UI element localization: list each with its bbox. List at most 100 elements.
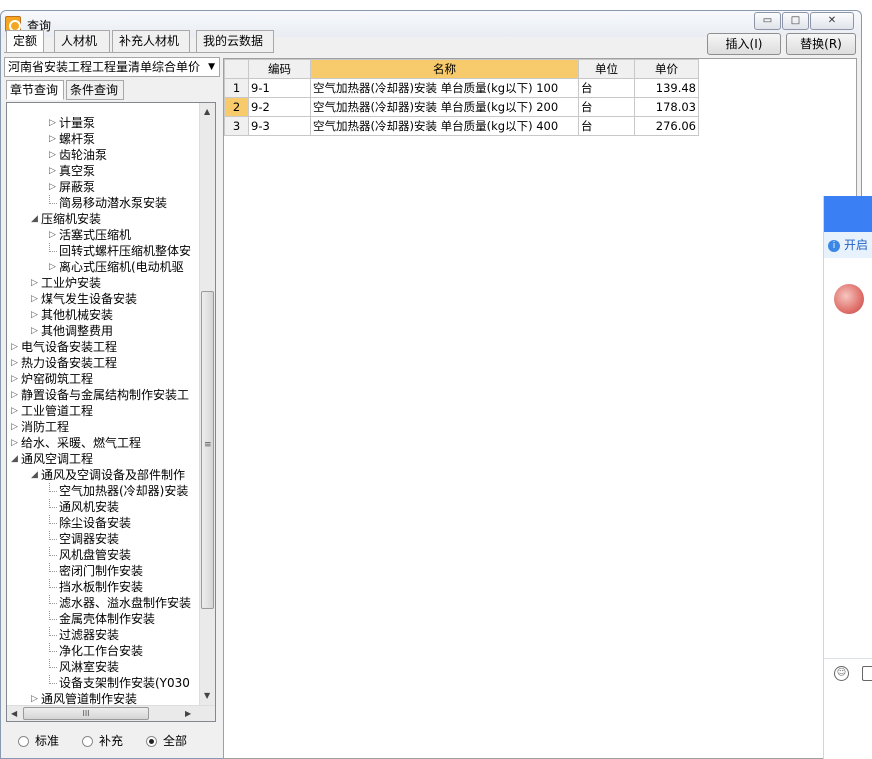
column-header-name[interactable]: 名称 <box>310 59 579 79</box>
cell-unit[interactable]: 台 <box>578 97 635 117</box>
cell-unit[interactable]: 台 <box>578 78 635 98</box>
expand-icon[interactable]: ▷ <box>11 339 18 355</box>
tree-node[interactable]: ▷ 螺杆泵 <box>7 131 199 147</box>
emoji-icon[interactable]: ☺ <box>834 666 849 681</box>
cell-name[interactable]: 空气加热器(冷却器)安装 单台质量(kg以下) 400 <box>310 116 579 136</box>
tree-node[interactable]: ▷ 其他机械安装 <box>7 307 199 323</box>
tab-condition-search[interactable]: 条件查询 <box>66 80 124 100</box>
tree-node[interactable]: 除尘设备安装 <box>7 515 199 531</box>
collapse-icon[interactable]: ◢ <box>11 451 18 467</box>
scroll-up-icon[interactable]: ▲ <box>204 107 210 116</box>
expand-icon[interactable]: ▷ <box>31 307 38 323</box>
scroll-thumb[interactable]: ≡ <box>201 291 214 609</box>
tree-node[interactable]: ▷ 电气设备安装工程 <box>7 339 199 355</box>
expand-icon[interactable]: ▷ <box>11 419 18 435</box>
row-number[interactable]: 3 <box>224 116 249 136</box>
tab-quota[interactable]: 定额 <box>6 30 44 52</box>
tree-node[interactable]: ▷ 工业管道工程 <box>7 403 199 419</box>
tab-chapter-search[interactable]: 章节查询 <box>6 80 64 100</box>
tree-node[interactable]: ▷ 工业炉安装 <box>7 275 199 291</box>
tree-node[interactable]: 金属壳体制作安装 <box>7 611 199 627</box>
expand-icon[interactable]: ▷ <box>11 387 18 403</box>
expand-icon[interactable]: ▷ <box>31 291 38 307</box>
expand-icon[interactable]: ▷ <box>49 163 56 179</box>
vertical-scrollbar[interactable]: ▲ ≡ ▼ <box>199 103 215 706</box>
tree-node[interactable]: ◢ 通风及空调设备及部件制作 <box>7 467 199 483</box>
expand-icon[interactable]: ▷ <box>11 371 18 387</box>
expand-icon[interactable]: ▷ <box>49 179 56 195</box>
tree-node[interactable]: ▷ 给水、采暖、燃气工程 <box>7 435 199 451</box>
cell-code[interactable]: 9-2 <box>248 97 311 117</box>
collapse-icon[interactable]: ◢ <box>31 467 38 483</box>
tree-node[interactable]: ▷ 活塞式压缩机 <box>7 227 199 243</box>
chat-info-bar[interactable]: i 开启 <box>824 232 872 258</box>
scroll-thumb[interactable]: III <box>23 707 149 720</box>
row-number[interactable]: 1 <box>224 78 249 98</box>
tree-node[interactable]: 回转式螺杆压缩机整体安 <box>7 243 199 259</box>
cell-name[interactable]: 空气加热器(冷却器)安装 单台质量(kg以下) 100 <box>310 78 579 98</box>
screenshot-icon[interactable] <box>862 666 872 681</box>
close-button[interactable]: ✕ <box>810 12 854 30</box>
tree-node[interactable]: ▷ 消防工程 <box>7 419 199 435</box>
expand-icon[interactable]: ▷ <box>31 323 38 339</box>
horizontal-scrollbar[interactable]: ◀ III ▶ <box>7 705 215 721</box>
radio-standard[interactable]: 标准 <box>18 732 59 749</box>
cell-code[interactable]: 9-1 <box>248 78 311 98</box>
column-header-unit[interactable]: 单位 <box>578 59 635 79</box>
tree-node[interactable]: ▷ 其他调整费用 <box>7 323 199 339</box>
row-number[interactable]: 2 <box>224 97 249 117</box>
tree-node[interactable]: 滤水器、溢水盘制作安装 <box>7 595 199 611</box>
minimize-button[interactable]: ▭ <box>754 12 781 30</box>
cell-name[interactable]: 空气加热器(冷却器)安装 单台质量(kg以下) 200 <box>310 97 579 117</box>
library-select[interactable]: 河南省安装工程工程量清单综合单价 ▼ <box>4 57 220 77</box>
expand-icon[interactable]: ▷ <box>49 227 56 243</box>
cell-price[interactable]: 178.03 <box>634 97 699 117</box>
tree-node[interactable]: 密闭门制作安装 <box>7 563 199 579</box>
radio-supplement[interactable]: 补充 <box>82 732 123 749</box>
expand-icon[interactable]: ▷ <box>49 259 56 275</box>
cell-unit[interactable]: 台 <box>578 116 635 136</box>
tree-node[interactable]: ▷ 炉窑砌筑工程 <box>7 371 199 387</box>
tree-node[interactable]: ▷ 煤气发生设备安装 <box>7 291 199 307</box>
tree-node[interactable]: 风淋室安装 <box>7 659 199 675</box>
avatar[interactable] <box>834 284 864 314</box>
tree-node[interactable]: ▷ 齿轮油泵 <box>7 147 199 163</box>
tree-node[interactable]: 挡水板制作安装 <box>7 579 199 595</box>
scroll-right-icon[interactable]: ▶ <box>185 709 191 718</box>
table-row[interactable]: 1 9-1 空气加热器(冷却器)安装 单台质量(kg以下) 100 台 139.48 <box>224 78 699 98</box>
tree-node[interactable]: ▷ 屏蔽泵 <box>7 179 199 195</box>
tree-node[interactable]: 设备支架制作安装(Y030 <box>7 675 199 691</box>
chevron-down-icon[interactable]: ▼ <box>208 58 215 76</box>
tree-node[interactable]: 空气加热器(冷却器)安装 <box>7 483 199 499</box>
tree-node[interactable]: ▷ 静置设备与金属结构制作安装工 <box>7 387 199 403</box>
expand-icon[interactable]: ▷ <box>49 115 56 131</box>
expand-icon[interactable]: ▷ <box>11 355 18 371</box>
expand-icon[interactable]: ▷ <box>49 131 56 147</box>
tree-node[interactable]: 过滤器安装 <box>7 627 199 643</box>
tree-node[interactable]: ▷ 离心式压缩机(电动机驱 <box>7 259 199 275</box>
expand-icon[interactable]: ▷ <box>49 147 56 163</box>
maximize-button[interactable]: □ <box>782 12 809 30</box>
tree-node[interactable]: 风机盘管安装 <box>7 547 199 563</box>
tree-node[interactable]: ▷ 计量泵 <box>7 115 199 131</box>
tree-node[interactable]: 空调器安装 <box>7 531 199 547</box>
tab-my-cloud-data[interactable]: 我的云数据 <box>196 30 274 52</box>
tree-node[interactable]: ◢ 压缩机安装 <box>7 211 199 227</box>
cell-price[interactable]: 276.06 <box>634 116 699 136</box>
expand-icon[interactable]: ▷ <box>11 435 18 451</box>
radio-all[interactable]: 全部 <box>146 732 187 749</box>
scroll-down-icon[interactable]: ▼ <box>204 691 210 700</box>
tab-supplementary-lmm[interactable]: 补充人材机 <box>112 30 190 52</box>
insert-button[interactable]: 插入(I) <box>707 33 781 55</box>
expand-icon[interactable]: ▷ <box>31 275 38 291</box>
expand-icon[interactable]: ▷ <box>11 403 18 419</box>
table-row[interactable]: 2 9-2 空气加热器(冷却器)安装 单台质量(kg以下) 200 台 178.03 <box>224 97 699 117</box>
replace-button[interactable]: 替换(R) <box>786 33 856 55</box>
cell-code[interactable]: 9-3 <box>248 116 311 136</box>
tree-node[interactable]: ▷ 热力设备安装工程 <box>7 355 199 371</box>
table-row[interactable]: 3 9-3 空气加热器(冷却器)安装 单台质量(kg以下) 400 台 276.06 <box>224 116 699 136</box>
scroll-left-icon[interactable]: ◀ <box>11 709 17 718</box>
tree-node[interactable]: ◢ 通风空调工程 <box>7 451 199 467</box>
column-header-price[interactable]: 单价 <box>634 59 699 79</box>
tab-labor-material-machine[interactable]: 人材机 <box>54 30 110 52</box>
